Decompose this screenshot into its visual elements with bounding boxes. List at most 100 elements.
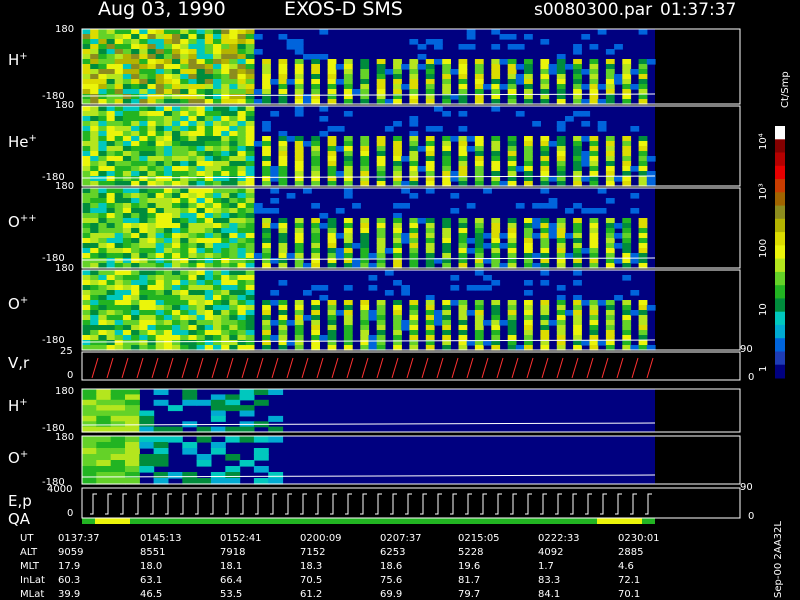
heatmap-cell (237, 243, 247, 249)
heatmap-cell (409, 121, 419, 127)
heatmap-cell (450, 136, 460, 142)
heatmap-cell (393, 243, 402, 249)
heatmap-cell (106, 116, 116, 122)
heatmap-cell (114, 44, 124, 50)
heatmap-cell (98, 243, 108, 249)
heatmap-cell (565, 116, 574, 122)
heatmap-cell (229, 335, 239, 341)
heatmap-cell (82, 54, 91, 60)
heatmap-cell (540, 218, 550, 224)
heatmap-cell (180, 121, 189, 127)
heatmap-cell (204, 305, 214, 311)
heatmap-cell (630, 84, 640, 90)
heatmap-cell (605, 176, 615, 182)
heatmap-cell (327, 335, 337, 341)
heatmap-cell (90, 121, 99, 127)
heatmap-cell (155, 310, 165, 316)
heatmap-cell (499, 34, 509, 40)
heatmap-cell (188, 44, 198, 50)
footer-value: 72.1 (618, 575, 641, 586)
heatmap-cell (294, 171, 304, 177)
heatmap-cell (262, 64, 271, 70)
heatmap-cell (163, 74, 173, 80)
heatmap-cell (114, 275, 124, 281)
heatmap-cell (163, 310, 173, 316)
heatmap-cell (311, 223, 320, 229)
heatmap-cell (622, 79, 632, 85)
heatmap-cell (98, 203, 108, 209)
heatmap-cell (294, 223, 304, 229)
heatmap-cell (245, 198, 255, 204)
heatmap-cell (122, 79, 132, 85)
heatmap-cell (106, 121, 116, 127)
heatmap-cell (180, 285, 189, 291)
heatmap-cell (196, 233, 206, 239)
heatmap-cell (262, 218, 271, 224)
heatmap-cell (491, 136, 501, 142)
heatmap-cell (237, 146, 247, 152)
heatmap-cell (605, 198, 615, 204)
heatmap-cell (163, 126, 173, 132)
heatmap-cell (98, 171, 108, 177)
heatmap-cell (188, 300, 198, 306)
heatmap-cell (458, 44, 468, 50)
heatmap-cell (196, 34, 206, 40)
heatmap-cell (573, 258, 582, 264)
heatmap-cell (507, 325, 517, 331)
heatmap-cell (401, 233, 410, 239)
heatmap-cell (147, 49, 157, 55)
heatmap-cell (540, 325, 550, 331)
heatmap-cell (82, 151, 91, 157)
heatmap-cell (605, 233, 615, 239)
heatmap-cell (204, 238, 214, 244)
heatmap-cell (327, 228, 337, 234)
heatmap-cell (573, 141, 582, 147)
heatmap-cell (393, 79, 402, 85)
heatmap-cell (524, 300, 533, 306)
heatmap-cell (278, 171, 288, 177)
heatmap-cell (155, 136, 165, 142)
heatmap-cell (163, 176, 173, 182)
heatmap-cell (491, 280, 501, 286)
heatmap-cell (507, 243, 517, 249)
heatmap-cell (204, 74, 214, 80)
heatmap-cell (221, 270, 230, 276)
heatmap-cell (458, 300, 468, 306)
heatmap-cell (98, 218, 108, 224)
heatmap-cell (221, 74, 230, 80)
heatmap-cell (237, 84, 247, 90)
heatmap-cell (311, 315, 320, 321)
heatmap-cell (327, 89, 337, 95)
heatmap-cell (131, 223, 140, 229)
footer-value: 2885 (618, 547, 644, 558)
heatmap-cell (98, 176, 108, 182)
heatmap-cell (425, 151, 435, 157)
heatmap-cell (82, 330, 91, 336)
heatmap-cell (139, 59, 149, 65)
heatmap-cell (106, 161, 116, 167)
heatmap-cell (172, 305, 181, 311)
heatmap-cell (82, 315, 91, 321)
heatmap-cell (147, 151, 157, 157)
heatmap-cell (114, 330, 124, 336)
heatmap-cell (82, 141, 91, 147)
heatmap-cell (638, 69, 648, 75)
heatmap-cell (229, 166, 239, 172)
heatmap-cell (98, 151, 108, 157)
heatmap-cell (196, 454, 212, 461)
heatmap-cell (98, 111, 108, 117)
heatmap-cell (188, 161, 198, 167)
heatmap-cell (122, 228, 132, 234)
heatmap-cell (311, 253, 320, 259)
heatmap-cell (90, 223, 99, 229)
heatmap-cell (376, 330, 386, 336)
heatmap-cell (229, 59, 239, 65)
heatmap-cell (147, 166, 157, 172)
heatmap-cell (147, 44, 157, 50)
heatmap-cell (90, 300, 99, 306)
heatmap-cell (213, 305, 222, 311)
heatmap-cell (458, 305, 468, 311)
heatmap-cell (196, 94, 206, 100)
heatmap-cell (262, 340, 271, 346)
heatmap-cell (155, 79, 165, 85)
